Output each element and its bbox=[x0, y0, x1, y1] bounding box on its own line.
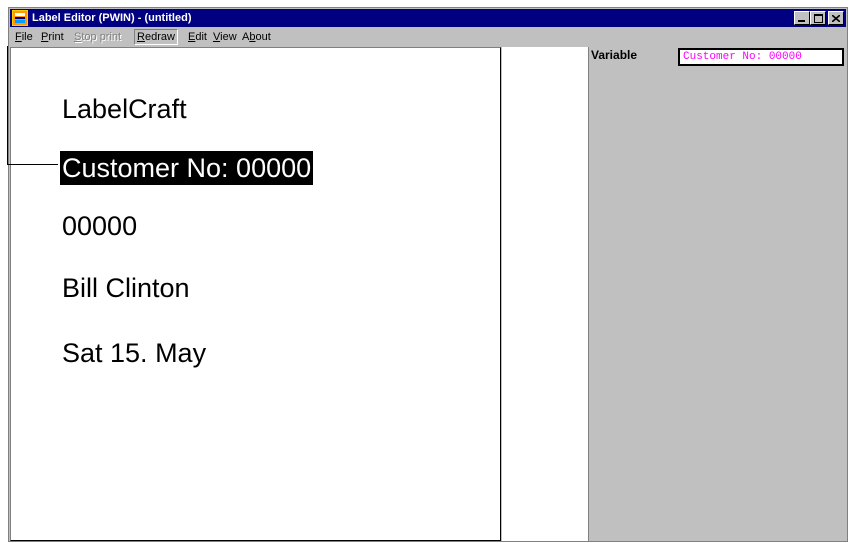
selection-leader-line bbox=[7, 46, 58, 165]
menu-bar: File Print Stop print Redraw Edit View A… bbox=[10, 28, 846, 46]
minimize-button[interactable] bbox=[794, 11, 810, 25]
menu-file-mnemonic: F bbox=[15, 31, 22, 43]
close-button[interactable] bbox=[828, 11, 844, 25]
menu-redraw[interactable]: Redraw bbox=[134, 29, 178, 45]
title-bar[interactable]: Label Editor (PWIN) - (untitled) bbox=[10, 9, 846, 27]
menu-edit-label: dit bbox=[195, 31, 207, 43]
menu-file-label: ile bbox=[21, 31, 33, 43]
label-editor-app-icon[interactable] bbox=[12, 10, 28, 26]
menu-print-label: rint bbox=[48, 31, 64, 43]
canvas-margin bbox=[502, 47, 588, 541]
menu-edit[interactable]: Edit bbox=[186, 30, 209, 44]
menu-about[interactable]: About bbox=[240, 30, 273, 44]
menu-stop-print-label: top print bbox=[81, 31, 122, 43]
variable-panel: Variable Customer No: 00000 bbox=[588, 47, 847, 541]
menu-redraw-mnemonic: R bbox=[137, 31, 145, 43]
menu-print[interactable]: Print bbox=[39, 30, 66, 44]
window-controls bbox=[794, 11, 844, 25]
label-field-date[interactable]: Sat 15. May bbox=[62, 336, 206, 370]
menu-view-label: iew bbox=[220, 31, 237, 43]
menu-stop-print[interactable]: Stop print bbox=[72, 30, 123, 44]
label-field-name[interactable]: Bill Clinton bbox=[62, 271, 190, 305]
minimize-icon bbox=[798, 20, 805, 22]
label-canvas[interactable]: LabelCraft Customer No: 00000 00000 Bill… bbox=[10, 47, 501, 541]
variable-label: Variable bbox=[591, 48, 638, 62]
menu-view[interactable]: View bbox=[211, 30, 239, 44]
variable-value-field[interactable]: Customer No: 00000 bbox=[678, 48, 844, 66]
maximize-icon bbox=[814, 14, 823, 23]
label-field-number[interactable]: 00000 bbox=[62, 209, 137, 243]
label-field-text[interactable]: LabelCraft bbox=[62, 92, 187, 126]
label-field-variable-selected[interactable]: Customer No: 00000 bbox=[60, 151, 314, 185]
menu-about-label: out bbox=[255, 31, 271, 43]
label-editor-window: Label Editor (PWIN) - (untitled) File Pr… bbox=[7, 7, 848, 542]
window-title: Label Editor (PWIN) - (untitled) bbox=[32, 12, 192, 24]
close-icon bbox=[832, 15, 840, 22]
menu-file[interactable]: File bbox=[13, 30, 35, 44]
maximize-button[interactable] bbox=[810, 11, 826, 25]
menu-redraw-label: edraw bbox=[144, 31, 175, 43]
